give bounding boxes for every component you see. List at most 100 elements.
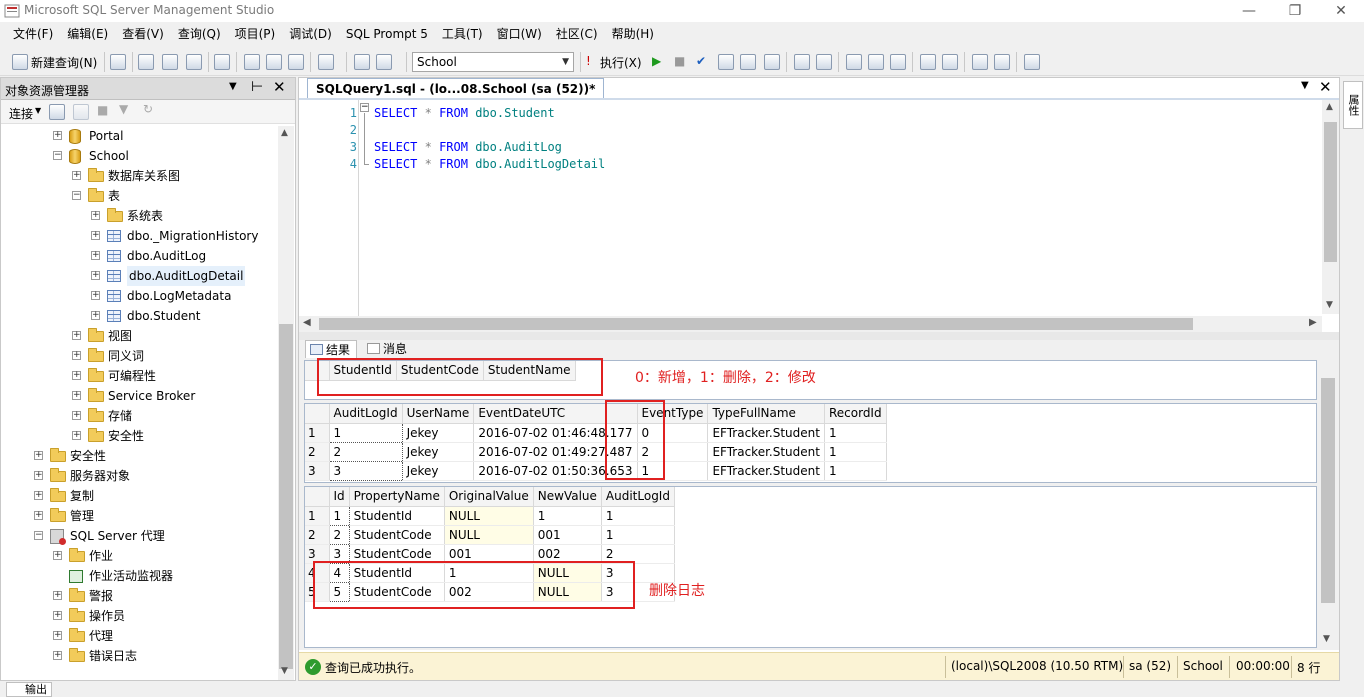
tree-node[interactable]: + 可编程性 [1,366,277,386]
tab-list-icon[interactable]: ▼ [1301,80,1309,91]
activity-monitor-icon[interactable] [318,54,334,70]
cancel-query-icon[interactable]: ■ [674,54,685,68]
collapse-icon[interactable]: − [72,191,81,200]
code-line[interactable]: SELECT * FROM dbo.AuditLogDetail [374,156,605,173]
client-statistics-icon[interactable] [816,54,832,70]
scroll-down-icon[interactable]: ▼ [281,666,288,676]
expand-icon[interactable]: + [53,131,62,140]
expand-icon[interactable]: + [72,391,81,400]
expand-icon[interactable]: + [53,591,62,600]
column-header[interactable]: RecordId [824,404,887,424]
expand-icon[interactable]: + [72,331,81,340]
tree-node[interactable]: + dbo.LogMetadata [1,286,277,306]
output-tab[interactable]: 输出 [6,682,52,697]
expand-icon[interactable]: + [53,611,62,620]
expand-icon[interactable]: + [34,471,43,480]
collapse-icon[interactable]: − [53,151,62,160]
table-cell[interactable]: EFTracker.Student [707,442,825,462]
tree-node[interactable]: + 代理 [1,626,277,646]
expand-icon[interactable]: + [91,311,100,320]
new-file-icon[interactable] [110,54,126,70]
column-header[interactable]: UserName [402,404,475,424]
table-row[interactable]: 2 2 StudentCode NULL 001 1 [305,524,675,545]
parse-icon[interactable]: ✔ [696,54,706,68]
menu-view[interactable]: 查看(V) [115,22,171,46]
results-to-text-icon[interactable] [846,54,862,70]
save-icon[interactable] [266,54,282,70]
open-file-icon[interactable] [244,54,260,70]
object-explorer-scrollbar[interactable]: ▲ ▼ [278,126,294,680]
expand-icon[interactable]: + [53,551,62,560]
tree-node[interactable]: + 数据库关系图 [1,166,277,186]
scroll-down-icon[interactable]: ▼ [1323,634,1330,644]
column-header[interactable]: AuditLogId [329,404,403,424]
execute-button[interactable]: 执行(X) [600,54,642,71]
properties-tab[interactable]: 属性 [1343,81,1363,129]
debug-icon[interactable]: ▶ [652,54,661,68]
table-cell[interactable]: Jekey [402,442,475,462]
expand-icon[interactable]: + [72,171,81,180]
expand-icon[interactable]: + [91,271,100,280]
sql-editor[interactable]: 1 SELECT * FROM dbo.Student 2 3 SELECT * FR… [299,100,1321,314]
collapse-region-icon[interactable]: − [360,103,369,112]
code-line[interactable] [374,122,396,139]
table-cell[interactable]: 3 [328,460,403,481]
tree-node[interactable]: + 系统表 [1,206,277,226]
display-plan-icon[interactable] [718,54,734,70]
table-cell[interactable]: NULL [444,506,534,526]
column-header[interactable]: PropertyName [349,487,445,507]
tree-node[interactable]: + 安全性 [1,446,277,466]
tree-node[interactable]: − 表 [1,186,277,206]
tree-node[interactable]: + Service Broker [1,386,277,406]
tree-node[interactable]: + 视图 [1,326,277,346]
table-row[interactable]: 2 2 Jekey 2016-07-02 01:49:27.487 2 EFTracker… [305,441,887,462]
tree-node[interactable]: + 警报 [1,586,277,606]
connect-icon[interactable] [354,54,370,70]
filter-icon[interactable]: ▼ [119,102,128,116]
table-cell[interactable]: EFTracker.Student [707,461,825,481]
scroll-thumb[interactable] [1324,122,1337,262]
panel-menu-icon[interactable]: ▼ [229,81,237,92]
table-cell[interactable]: StudentCode [349,525,445,545]
table-cell[interactable]: NULL [444,525,534,545]
tree-node[interactable]: + 操作员 [1,606,277,626]
menu-sql-prompt[interactable]: SQL Prompt 5 [339,22,435,46]
results-scrollbar[interactable]: ▼ [1319,358,1337,650]
column-header[interactable]: Id [329,487,350,507]
expand-icon[interactable]: + [72,371,81,380]
table-cell[interactable]: 1 [824,423,887,443]
grid-corner[interactable] [305,487,330,507]
column-header[interactable]: NewValue [533,487,602,507]
row-header[interactable]: 3 [305,461,330,481]
menu-community[interactable]: 社区(C) [549,22,605,46]
disconnect-explorer-icon[interactable] [73,104,89,120]
tree-node[interactable]: + 复制 [1,486,277,506]
close-document-icon[interactable]: ✕ [1319,78,1332,96]
connect-dropdown[interactable]: 连接 [9,105,33,122]
uncomment-icon[interactable] [942,54,958,70]
results-to-grid-icon[interactable] [764,54,780,70]
include-plan-icon[interactable] [794,54,810,70]
scroll-down-icon[interactable]: ▼ [1326,300,1333,310]
decrease-indent-icon[interactable] [972,54,988,70]
close-panel-icon[interactable]: ✕ [273,78,286,96]
close-window-button[interactable]: ✕ [1318,0,1364,22]
row-header[interactable]: 2 [305,442,330,462]
tab-results[interactable]: 结果 [305,340,358,358]
results-grid-icon[interactable] [868,54,884,70]
table-cell[interactable]: 1 [824,442,887,462]
tree-node[interactable]: + 安全性 [1,426,277,446]
table-cell[interactable]: 001 [533,525,602,545]
expand-icon[interactable]: + [91,251,100,260]
expand-icon[interactable]: + [53,651,62,660]
scroll-thumb[interactable] [319,318,1193,330]
expand-icon[interactable]: + [72,431,81,440]
tree-node[interactable]: − School [1,146,277,166]
connect-explorer-icon[interactable] [49,104,65,120]
row-header[interactable]: 1 [305,506,330,526]
table-cell[interactable]: 1 [533,506,602,526]
refresh-icon[interactable]: ↻ [143,102,153,116]
disconnect-icon[interactable] [376,54,392,70]
expand-icon[interactable]: + [91,231,100,240]
scroll-up-icon[interactable]: ▲ [1326,102,1333,112]
